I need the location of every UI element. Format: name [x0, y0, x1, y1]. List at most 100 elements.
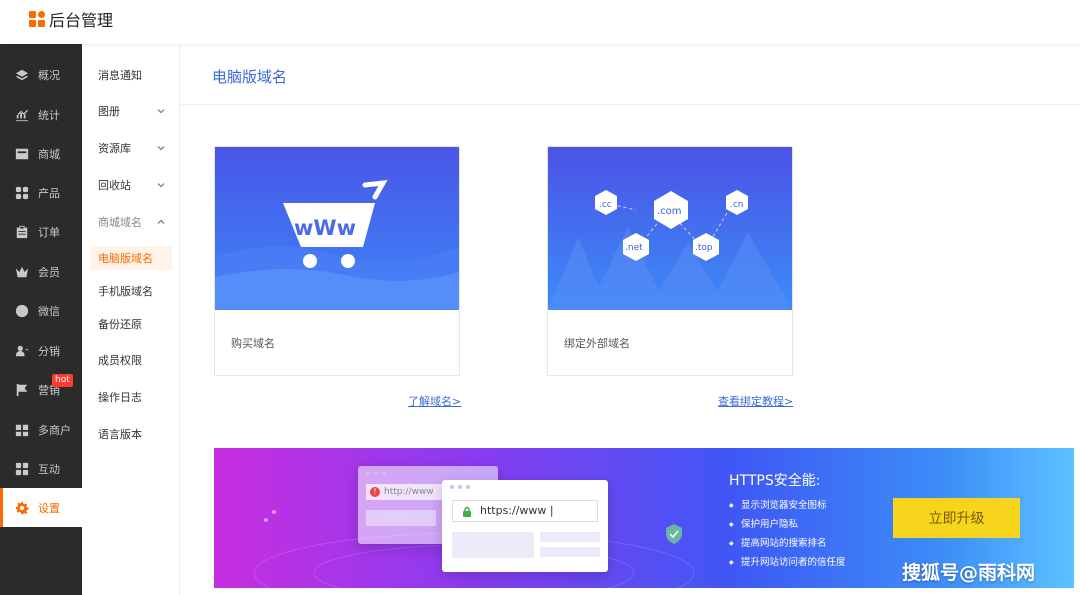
primary-sidebar: 概况 统计 商城 产品 订单 会员 微信 分销 营销 hot 多商户 互动 设置 [0, 44, 82, 595]
promo-feature: 显示浏览器安全图标 [729, 496, 846, 515]
tld-cn: .cn [730, 200, 744, 210]
rail-item-distribution[interactable]: 分销 [0, 331, 82, 370]
www-text: wWw [294, 216, 356, 240]
promo-feature: 提高网站的搜索排名 [729, 534, 846, 553]
subnav-item-permissions[interactable]: 成员权限 [90, 348, 172, 372]
tld-com: .com [657, 206, 682, 217]
bind-domain-card[interactable]: .cc .com .cn .net .top 绑定外部域名 [547, 146, 793, 376]
binding-tutorial-link[interactable]: 查看绑定教程> [718, 393, 793, 409]
subnav-item-recycle-bin[interactable]: 回收站 [90, 173, 172, 197]
gear-icon [15, 501, 29, 515]
subnav-item-label: 操作日志 [98, 391, 142, 404]
tld-cc: .cc [599, 200, 612, 210]
placeholder-block [540, 532, 600, 542]
watermark: 搜狐号@雨科网 [902, 562, 1036, 584]
promo-title: HTTPS安全能: [729, 473, 821, 489]
rail-item-label: 设置 [38, 501, 60, 515]
bind-domain-illustration: .cc .com .cn .net .top [548, 147, 792, 310]
user-share-icon [15, 344, 29, 358]
rail-item-label: 概况 [38, 68, 60, 82]
secondary-sidebar: 消息通知 图册 资源库 回收站 商城域名 电脑版域名 手机版域名 备份还原 成员… [82, 44, 180, 595]
app-title: 后台管理 [49, 11, 114, 30]
layers-icon [15, 68, 29, 82]
chart-icon [15, 108, 29, 122]
subnav-item-backup[interactable]: 备份还原 [90, 312, 172, 336]
chevron-down-icon [156, 106, 166, 116]
subnav-item-language[interactable]: 语言版本 [90, 422, 172, 446]
https-url: https://www | [452, 500, 598, 522]
buy-domain-card[interactable]: wWw 购买域名 [214, 146, 460, 376]
rail-item-settings[interactable]: 设置 [0, 488, 82, 527]
subnav-item-resources[interactable]: 资源库 [90, 136, 172, 160]
rail-item-label: 订单 [38, 225, 60, 239]
secure-browser-illustration: https://www | [442, 480, 608, 572]
rail-item-members[interactable]: 会员 [0, 252, 82, 291]
rail-item-label: 商城 [38, 147, 60, 161]
promo-feature-list: 显示浏览器安全图标 保护用户隐私 提高网站的搜索排名 提升网站访问者的信任度 [729, 496, 846, 572]
subnav-item-label: 回收站 [98, 179, 131, 192]
subnav-item-label: 消息通知 [98, 69, 142, 82]
rail-item-interaction[interactable]: 互动 [0, 449, 82, 488]
wechat-icon [15, 304, 29, 318]
merchant-icon [15, 423, 29, 437]
placeholder-block [366, 510, 436, 526]
rail-item-overview[interactable]: 概况 [0, 55, 82, 94]
window-dots [450, 485, 470, 489]
rail-item-wechat[interactable]: 微信 [0, 291, 82, 330]
rail-item-products[interactable]: 产品 [0, 173, 82, 212]
tld-net: .net [625, 243, 643, 253]
grid-icon [15, 186, 29, 200]
subnav-item-gallery[interactable]: 图册 [90, 99, 172, 123]
subnav-item-label: 资源库 [98, 142, 131, 155]
subnav-item-label: 电脑版域名 [98, 252, 153, 265]
subnav-item-pc-domain[interactable]: 电脑版域名 [90, 246, 172, 270]
subnav-item-label: 图册 [98, 105, 120, 118]
subnav-item-logs[interactable]: 操作日志 [90, 385, 172, 409]
rail-item-label: 产品 [38, 186, 60, 200]
placeholder-block [540, 547, 600, 557]
flag-icon [15, 383, 29, 397]
subnav-item-label: 成员权限 [98, 354, 142, 367]
app-logo[interactable]: 后台管理 [29, 7, 113, 31]
page-title: 电脑版域名 [212, 68, 288, 86]
subnav-item-store-domain[interactable]: 商城域名 [90, 210, 172, 234]
rail-item-stats[interactable]: 统计 [0, 95, 82, 134]
subnav-item-mobile-domain[interactable]: 手机版域名 [90, 279, 172, 303]
hot-badge: hot [52, 374, 73, 387]
subnav-item-label: 商城域名 [98, 216, 142, 229]
https-url-text: https://www | [480, 504, 554, 517]
subnav-item-notifications[interactable]: 消息通知 [90, 63, 172, 87]
lock-icon [463, 506, 471, 517]
rail-item-label: 分销 [38, 344, 60, 358]
rail-item-label: 统计 [38, 108, 60, 122]
rail-item-merchants[interactable]: 多商户 [0, 410, 82, 449]
upgrade-button[interactable]: 立即升级 [893, 498, 1020, 538]
main-content: 电脑版域名 wWw 购买域名 .cc .com .cn .net .top 绑定… [181, 44, 1080, 595]
learn-domain-link[interactable]: 了解域名> [408, 393, 461, 409]
rail-item-label: 互动 [38, 462, 60, 476]
promo-feature: 提升网站访问者的信任度 [729, 553, 846, 572]
warning-icon: ! [370, 487, 380, 497]
rail-item-marketing[interactable]: 营销 hot [0, 370, 82, 409]
clipboard-icon [15, 225, 29, 239]
buy-domain-label: 购买域名 [231, 337, 275, 350]
subnav-item-label: 手机版域名 [98, 285, 153, 298]
rail-item-label: 会员 [38, 265, 60, 279]
rail-item-label: 微信 [38, 304, 60, 318]
promo-feature: 保护用户隐私 [729, 515, 846, 534]
rail-item-store[interactable]: 商城 [0, 134, 82, 173]
crown-icon [15, 265, 29, 279]
http-url-text: http://www [384, 487, 434, 497]
chevron-down-icon [156, 143, 166, 153]
top-bar: 后台管理 [0, 0, 1080, 44]
logo-icon [29, 11, 45, 27]
tld-top: .top [695, 243, 713, 253]
rail-item-label: 多商户 [38, 423, 71, 437]
subnav-item-label: 备份还原 [98, 318, 142, 331]
interact-icon [15, 462, 29, 476]
divider [181, 104, 1080, 105]
rail-item-orders[interactable]: 订单 [0, 212, 82, 251]
window-dots [366, 471, 386, 475]
placeholder-block [452, 532, 534, 558]
chevron-down-icon [156, 180, 166, 190]
